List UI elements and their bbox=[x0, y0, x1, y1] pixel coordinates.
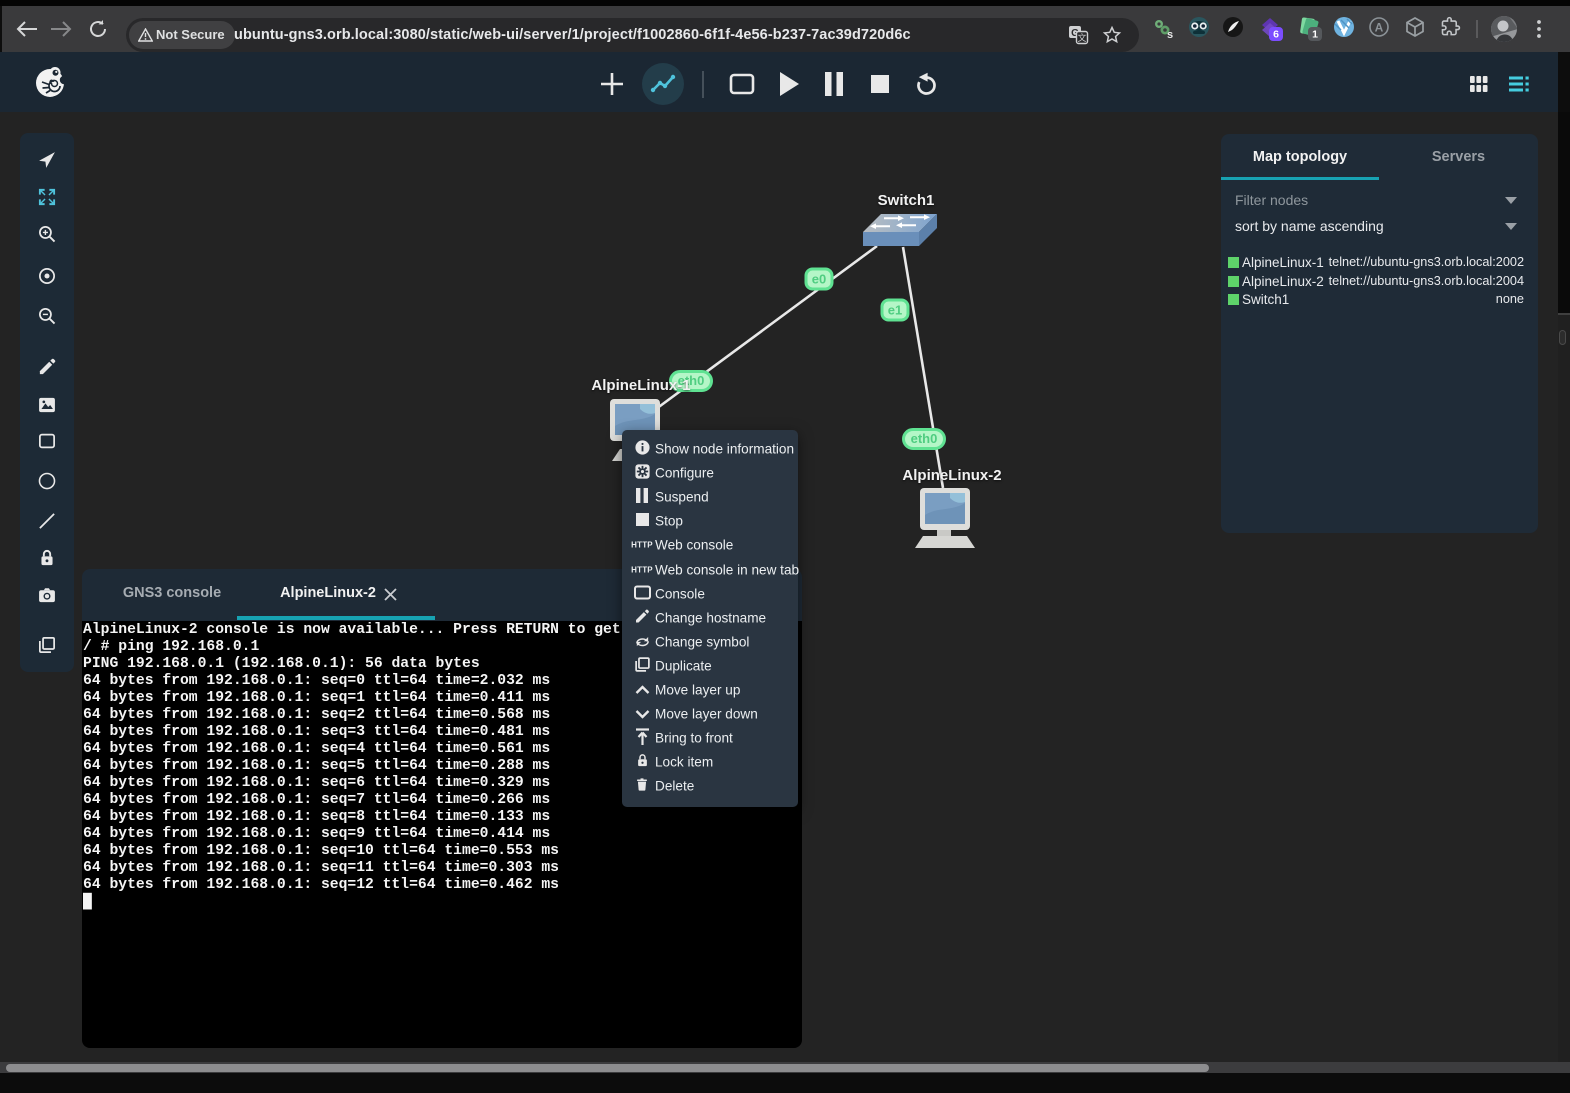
svg-text:文: 文 bbox=[1077, 32, 1086, 43]
svg-text:6: 6 bbox=[1273, 29, 1279, 41]
svg-text:s: s bbox=[1167, 29, 1173, 41]
svg-text:1: 1 bbox=[1312, 29, 1318, 41]
svg-text:A: A bbox=[1375, 21, 1384, 35]
